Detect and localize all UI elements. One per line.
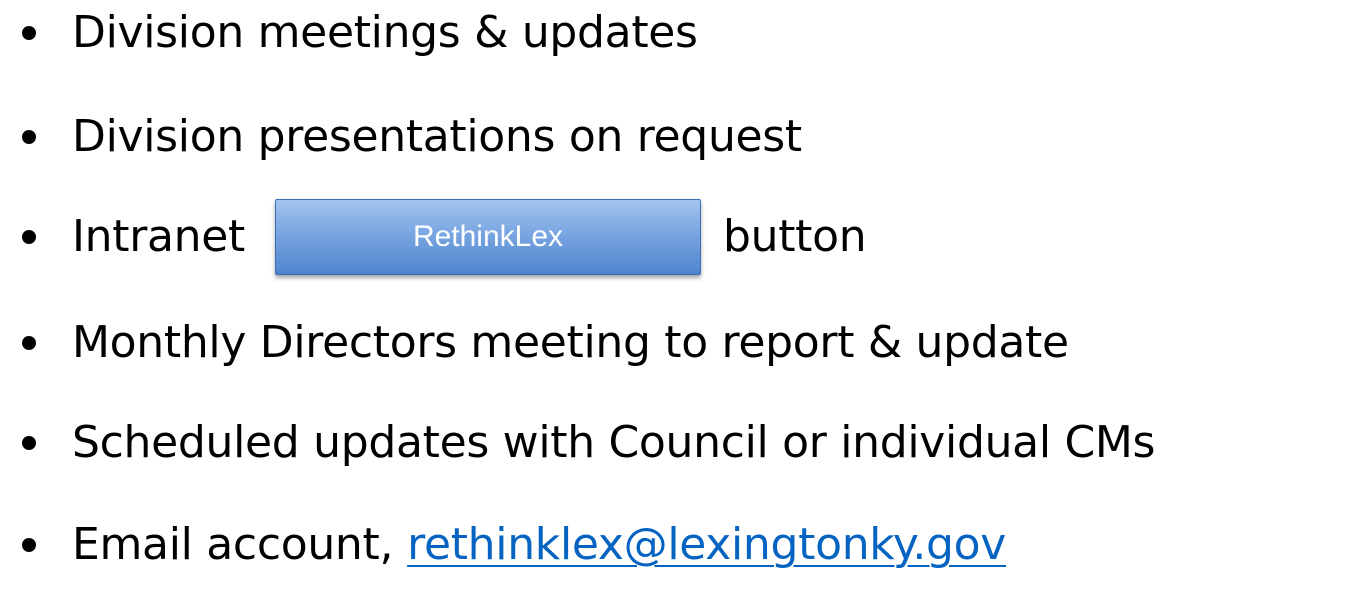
item-text: Division meetings & updates	[72, 7, 698, 58]
email-link[interactable]: rethinklex@lexingtonky.gov	[407, 523, 1006, 567]
item-text: Division presentations on request	[72, 111, 802, 162]
item-text: Scheduled updates with Council or indivi…	[72, 417, 1156, 468]
bullet-dot-icon	[22, 130, 36, 144]
item-text: Monthly Directors meeting to report & up…	[72, 317, 1069, 368]
bullet-dot-icon	[22, 26, 36, 40]
item-text: Intranet RethinkLex button	[72, 199, 867, 275]
item-text: Email account, rethinklex@lexingtonky.go…	[72, 523, 1006, 567]
button-label-suffix: button	[722, 211, 867, 262]
email-account-label: Email account,	[72, 519, 394, 570]
bullet-dot-icon	[22, 538, 36, 552]
intranet-label: Intranet	[72, 211, 245, 262]
bullet-dot-icon	[22, 230, 36, 244]
bullet-dot-icon	[22, 436, 36, 450]
bullet-dot-icon	[22, 336, 36, 350]
rethinklex-button[interactable]: RethinkLex	[274, 199, 701, 275]
